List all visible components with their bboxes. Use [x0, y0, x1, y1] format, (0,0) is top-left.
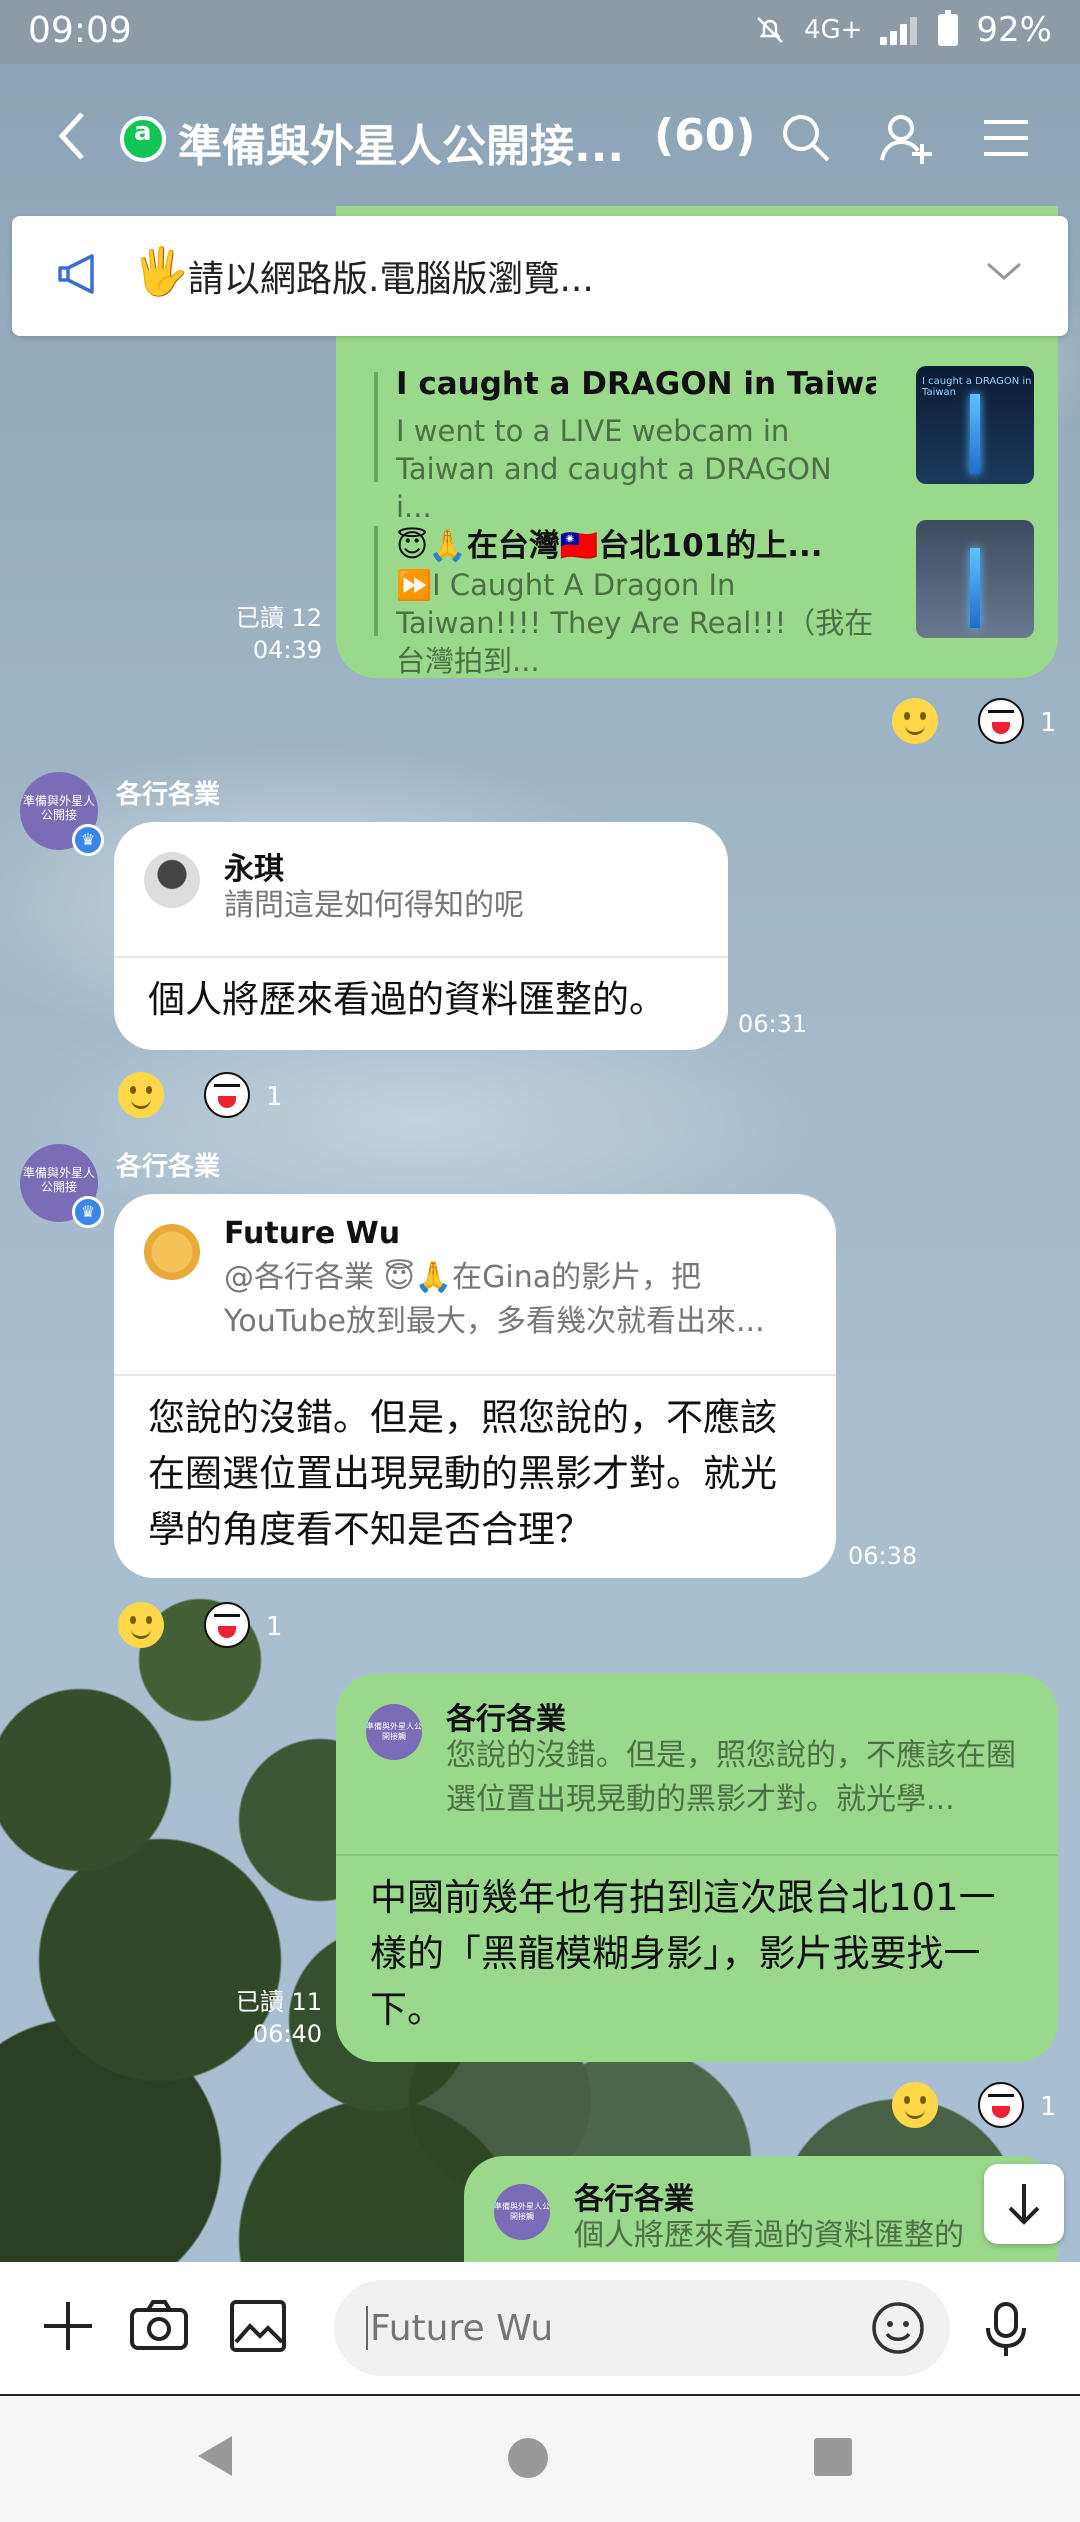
system-navigation-bar — [0, 2394, 1080, 2522]
reaction-laugh-icon[interactable] — [978, 2082, 1024, 2128]
reaction-count: 1 — [266, 1612, 283, 1642]
message-bubble-reply[interactable]: 永琪 請問這是如何得知的呢 個人將歷來看過的資料匯整的。 — [114, 822, 728, 1050]
message-meta: 已讀 12 04:39 — [200, 602, 322, 666]
reaction-smile-icon[interactable] — [118, 1602, 164, 1648]
sender-name: 各行各業 — [116, 780, 221, 810]
quoted-text: 您說的沒錯。但是，照您說的，不應該在圈選位置出現晃動的黑影才對。就光學... — [446, 1738, 1016, 1817]
announcement-banner[interactable]: 🖐 請以網路版.電腦版瀏覽... — [12, 216, 1068, 336]
microphone-icon[interactable] — [984, 2300, 1028, 2360]
link-description: I went to a LIVE webcam in Taiwan and ca… — [396, 414, 832, 524]
quoted-user-name: 永琪 — [224, 852, 284, 887]
nav-recent-apps-icon[interactable] — [814, 2438, 852, 2476]
message-text: 中國前幾年也有拍到這次跟台北101一樣的「黑龍模糊身影」，影片我要找一下。 — [370, 1876, 996, 2031]
quoted-text: 個人將歷來看過的資料匯整的 — [574, 2218, 964, 2253]
chat-title[interactable]: 準備與外星人公開接... — [178, 110, 624, 174]
reaction-count: 1 — [266, 1082, 283, 1112]
message-time: 06:38 — [848, 1542, 918, 1570]
mute-icon — [757, 17, 783, 43]
image-icon[interactable] — [228, 2296, 288, 2356]
sender-name: 各行各業 — [116, 1152, 221, 1182]
message-bubble-reply[interactable]: Future Wu @各行各業 😇🙏在Gina的影片，把YouTube放到最大，… — [114, 1194, 836, 1578]
quoted-user-name: 各行各業 — [574, 2182, 694, 2217]
reaction-laugh-icon[interactable] — [978, 698, 1024, 744]
quoted-user-avatar: 準備與外星人公開接觸 — [494, 2184, 550, 2240]
message-input-bar — [0, 2262, 1080, 2394]
quoted-user-avatar: 準備與外星人公開接觸 — [366, 1704, 422, 1760]
reaction-laugh-icon[interactable] — [204, 1072, 250, 1118]
status-bar: 09:09 4G+ 92% — [0, 0, 1080, 64]
reaction-count: 1 — [1040, 2092, 1057, 2122]
reaction-laugh-icon[interactable] — [204, 1602, 250, 1648]
quoted-user-avatar — [144, 852, 200, 908]
link-title: 😇🙏在台灣🇹🇼台北101的上... — [396, 528, 823, 564]
message-text: 個人將歷來看過的資料匯整的。 — [148, 978, 666, 1021]
scroll-to-bottom-button[interactable] — [984, 2164, 1064, 2244]
link-thumbnail: I caught a DRAGON in Taiwan — [916, 366, 1034, 484]
quoted-user-avatar — [144, 1224, 200, 1280]
reaction-count: 1 — [1040, 708, 1057, 738]
message-input[interactable] — [334, 2280, 950, 2376]
network-type: 4G+ — [803, 15, 863, 45]
link-description: ⏩I Caught A Dragon In Taiwan!!!! They Ar… — [396, 568, 874, 678]
status-time: 09:09 — [28, 10, 132, 51]
quoted-user-name: 各行各業 — [446, 1702, 566, 1737]
camera-icon[interactable] — [128, 2296, 190, 2356]
battery-icon — [938, 10, 959, 46]
sender-avatar[interactable]: 準備與外星人公開接 ♛ — [20, 1144, 104, 1228]
status-icons: 4G+ 92% — [754, 10, 1052, 50]
member-count[interactable]: (60) — [654, 110, 755, 161]
quoted-user-name: Future Wu — [224, 1216, 401, 1251]
signal-icon — [880, 15, 920, 45]
emoji-icon[interactable] — [870, 2300, 926, 2356]
link-thumbnail — [916, 520, 1034, 638]
announcement-text: 請以網路版.電腦版瀏覽... — [188, 259, 594, 300]
reaction-smile-icon[interactable] — [892, 2082, 938, 2128]
official-account-badge-icon — [120, 116, 166, 162]
crown-icon: ♛ — [72, 824, 104, 856]
chat-header: 準備與外星人公開接... (60) — [0, 64, 1080, 206]
megaphone-icon — [58, 254, 94, 294]
message-meta: 已讀 11 06:40 — [200, 1986, 322, 2050]
nav-back-icon[interactable] — [198, 2436, 232, 2476]
crown-icon: ♛ — [72, 1196, 104, 1228]
message-time: 04:39 — [252, 636, 322, 664]
reaction-smile-icon[interactable] — [892, 698, 938, 744]
hand-emoji-icon: 🖐 — [132, 244, 190, 298]
add-friend-icon[interactable] — [876, 108, 936, 168]
reaction-smile-icon[interactable] — [118, 1072, 164, 1118]
message-text: 您說的沒錯。但是，照您說的，不應該在圈選位置出現晃動的黑影才對。就光學的角度看不… — [148, 1396, 777, 1551]
menu-icon[interactable] — [976, 108, 1036, 168]
quoted-text: @各行各業 😇🙏在Gina的影片，把YouTube放到最大，多看幾次就看出來..… — [224, 1260, 765, 1339]
read-receipt: 已讀 12 — [235, 604, 322, 632]
arrow-down-icon — [1008, 2184, 1040, 2225]
plus-icon[interactable] — [38, 2296, 98, 2356]
battery-level: 92% — [976, 10, 1052, 50]
search-icon[interactable] — [776, 108, 836, 168]
back-icon[interactable] — [54, 106, 90, 166]
quoted-text: 請問這是如何得知的呢 — [224, 888, 524, 923]
message-time: 06:40 — [252, 2020, 322, 2048]
sender-avatar[interactable]: 準備與外星人公開接 ♛ — [20, 772, 104, 856]
message-bubble-own-reply[interactable]: 準備與外星人公開接觸 各行各業 您說的沒錯。但是，照您說的，不應該在圈選位置出現… — [336, 1674, 1058, 2062]
chevron-down-icon[interactable] — [984, 256, 1024, 286]
message-time: 06:31 — [738, 1010, 808, 1038]
link-title: I caught a DRAGON in Taiwan... — [396, 366, 876, 402]
read-receipt: 已讀 11 — [235, 1988, 322, 2016]
nav-home-icon[interactable] — [508, 2438, 548, 2478]
message-input-field[interactable] — [368, 2302, 832, 2354]
